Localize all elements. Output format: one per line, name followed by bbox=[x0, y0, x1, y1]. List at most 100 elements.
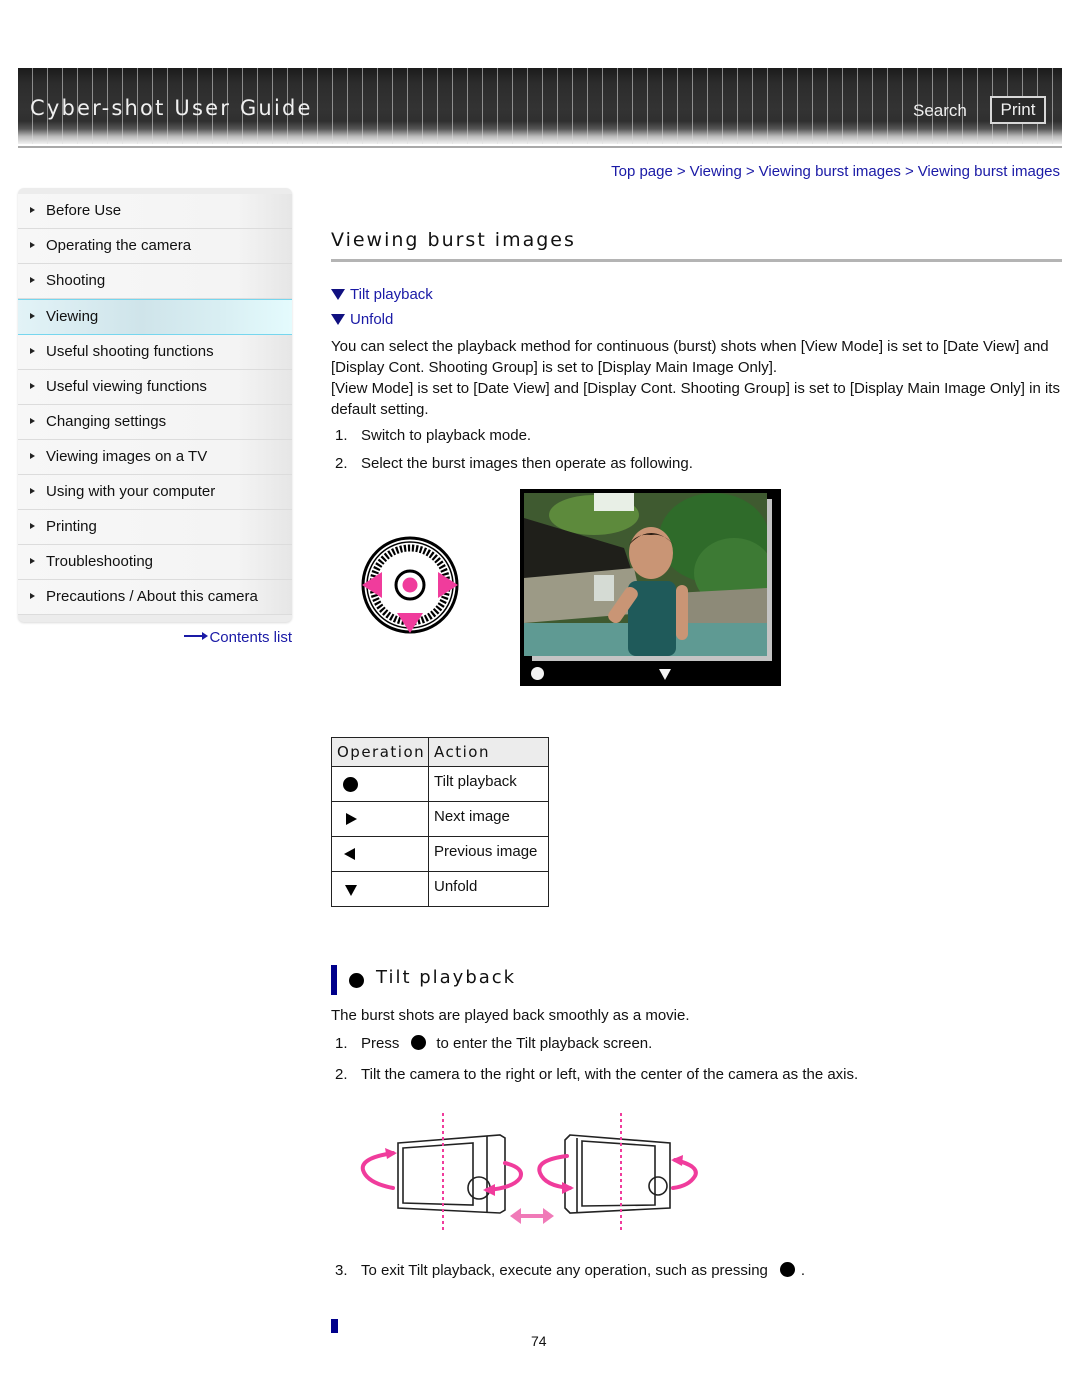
down-triangle-icon bbox=[331, 289, 345, 300]
rotation-arrows bbox=[360, 1151, 698, 1192]
step-number: 2. bbox=[335, 455, 348, 472]
sidebar-item-label: Before Use bbox=[46, 202, 122, 219]
title-divider bbox=[331, 259, 1062, 262]
breadcrumb: Top page > Viewing > Viewing burst images > Vi… bbox=[611, 163, 1060, 180]
burst-photo bbox=[524, 493, 767, 656]
sidebar-item-printing[interactable]: Printing bbox=[18, 510, 292, 545]
table-header-operation: Operation bbox=[331, 737, 429, 767]
camera-tilted-left bbox=[397, 1134, 506, 1214]
section-accent-bar bbox=[331, 965, 337, 995]
caret-right-icon bbox=[30, 313, 35, 319]
sidebar-item-operating-the-camera[interactable]: Operating the camera bbox=[18, 229, 292, 264]
footer-accent-bar bbox=[331, 1319, 338, 1333]
operation-cell bbox=[331, 871, 429, 907]
sidebar-item-useful-shooting-functions[interactable]: Useful shooting functions bbox=[18, 335, 292, 370]
tilt-step-3: 3. To exit Tilt playback, execute any ope… bbox=[335, 1262, 805, 1279]
left-arrow-icon bbox=[344, 848, 355, 860]
caret-right-icon bbox=[30, 418, 35, 424]
sidebar-item-changing-settings[interactable]: Changing settings bbox=[18, 405, 292, 440]
tilt-playback-indicator-icon bbox=[531, 667, 544, 680]
step-1: 1. Switch to playback mode. bbox=[335, 427, 531, 444]
print-button[interactable]: Print bbox=[990, 96, 1046, 124]
sidebar-item-label: Viewing bbox=[46, 308, 99, 325]
table-row: Tilt playback bbox=[331, 766, 549, 802]
action-cell: Next image bbox=[428, 801, 549, 837]
anchor-link-label: Unfold bbox=[350, 311, 394, 328]
sidebar-item-label: Viewing images on a TV bbox=[46, 448, 208, 465]
tilt-step-1: 1. Press to enter the Tilt playback screen… bbox=[335, 1035, 652, 1052]
operation-cell bbox=[331, 801, 429, 837]
sidebar-item-troubleshooting[interactable]: Troubleshooting bbox=[18, 545, 292, 580]
tilt-step-2: 2. Tilt the camera to the right or left, … bbox=[335, 1066, 858, 1083]
caret-right-icon bbox=[30, 207, 35, 213]
right-arrow-icon bbox=[346, 813, 357, 825]
table-row: Previous image bbox=[331, 836, 549, 872]
center-button-icon bbox=[779, 1262, 795, 1277]
sidebar-item-label: Shooting bbox=[46, 272, 106, 289]
step-number: 1. bbox=[335, 1035, 348, 1052]
contents-list-label: Contents list bbox=[209, 629, 292, 646]
sidebar-item-viewing-images-on-tv[interactable]: Viewing images on a TV bbox=[18, 440, 292, 475]
sidebar-item-label: Useful shooting functions bbox=[46, 343, 214, 360]
down-triangle-icon bbox=[331, 314, 345, 325]
search-button[interactable]: Search bbox=[913, 101, 967, 121]
header-divider bbox=[18, 146, 1062, 148]
sidebar-item-label: Troubleshooting bbox=[46, 553, 154, 570]
breadcrumb-current[interactable]: Viewing burst images bbox=[918, 163, 1060, 180]
step-text: Tilt the camera to the right or left, wi… bbox=[361, 1066, 859, 1083]
caret-right-icon bbox=[30, 558, 35, 564]
anchor-link-label: Tilt playback bbox=[350, 286, 433, 303]
caret-right-icon bbox=[30, 593, 35, 599]
center-button-icon bbox=[343, 777, 358, 792]
sidebar-item-useful-viewing-functions[interactable]: Useful viewing functions bbox=[18, 370, 292, 405]
tilt-camera-illustration bbox=[360, 1113, 698, 1230]
caret-right-icon bbox=[30, 242, 35, 248]
step-text: Select the burst images then operate as … bbox=[361, 455, 693, 472]
playback-screen-image bbox=[520, 489, 781, 686]
step-number: 1. bbox=[335, 427, 348, 444]
child-photo-illustration bbox=[524, 493, 767, 656]
contents-list-link[interactable]: Contents list bbox=[184, 629, 292, 646]
anchor-link-unfold[interactable]: Unfold bbox=[331, 311, 393, 328]
sidebar-item-label: Using with your computer bbox=[46, 483, 216, 500]
caret-right-icon bbox=[30, 453, 35, 459]
anchor-link-tilt-playback[interactable]: Tilt playback bbox=[331, 286, 433, 303]
sidebar-item-label: Precautions / About this camera bbox=[46, 588, 258, 605]
caret-right-icon bbox=[30, 277, 35, 283]
section-title-tilt-playback: Tilt playback bbox=[376, 967, 517, 988]
breadcrumb-separator: > bbox=[745, 163, 755, 180]
intro-paragraph: You can select the playback method for c… bbox=[331, 338, 1049, 376]
breadcrumb-viewing-burst-images[interactable]: Viewing burst images bbox=[759, 163, 901, 180]
breadcrumb-separator: > bbox=[676, 163, 686, 180]
sidebar-nav: Before Use Operating the camera Shooting… bbox=[18, 188, 292, 622]
action-cell: Tilt playback bbox=[428, 766, 549, 802]
arrow-right-icon bbox=[184, 632, 209, 641]
control-wheel-icon bbox=[361, 536, 459, 634]
double-arrow-icon bbox=[510, 1208, 554, 1224]
step-text: Switch to playback mode. bbox=[361, 427, 532, 444]
sidebar-item-before-use[interactable]: Before Use bbox=[18, 194, 292, 229]
sidebar-item-label: Changing settings bbox=[46, 413, 167, 430]
step-text-after: . bbox=[800, 1262, 806, 1279]
step-text-before: Press bbox=[361, 1035, 400, 1052]
sidebar-item-label: Useful viewing functions bbox=[46, 378, 207, 395]
caret-right-icon bbox=[30, 348, 35, 354]
sidebar-item-viewing[interactable]: Viewing bbox=[18, 299, 292, 335]
down-arrow-icon bbox=[345, 885, 357, 896]
breadcrumb-separator: > bbox=[904, 163, 914, 180]
center-button-icon bbox=[349, 973, 364, 988]
sidebar-item-shooting[interactable]: Shooting bbox=[18, 264, 292, 299]
operation-cell bbox=[331, 766, 429, 802]
breadcrumb-top-page[interactable]: Top page bbox=[611, 163, 673, 180]
sidebar-item-label: Operating the camera bbox=[46, 237, 192, 254]
table-row: Next image bbox=[331, 801, 549, 837]
table-header-row: Operation Action bbox=[331, 737, 549, 767]
breadcrumb-viewing[interactable]: Viewing bbox=[690, 163, 742, 180]
caret-right-icon bbox=[30, 383, 35, 389]
step-2: 2. Select the burst images then operate a… bbox=[335, 455, 693, 472]
step-number: 2. bbox=[335, 1066, 348, 1083]
sidebar-item-using-with-computer[interactable]: Using with your computer bbox=[18, 475, 292, 510]
operation-table: Operation Action Tilt playback Next imag… bbox=[331, 737, 549, 907]
center-button-icon bbox=[411, 1035, 427, 1050]
sidebar-item-precautions[interactable]: Precautions / About this camera bbox=[18, 580, 292, 615]
